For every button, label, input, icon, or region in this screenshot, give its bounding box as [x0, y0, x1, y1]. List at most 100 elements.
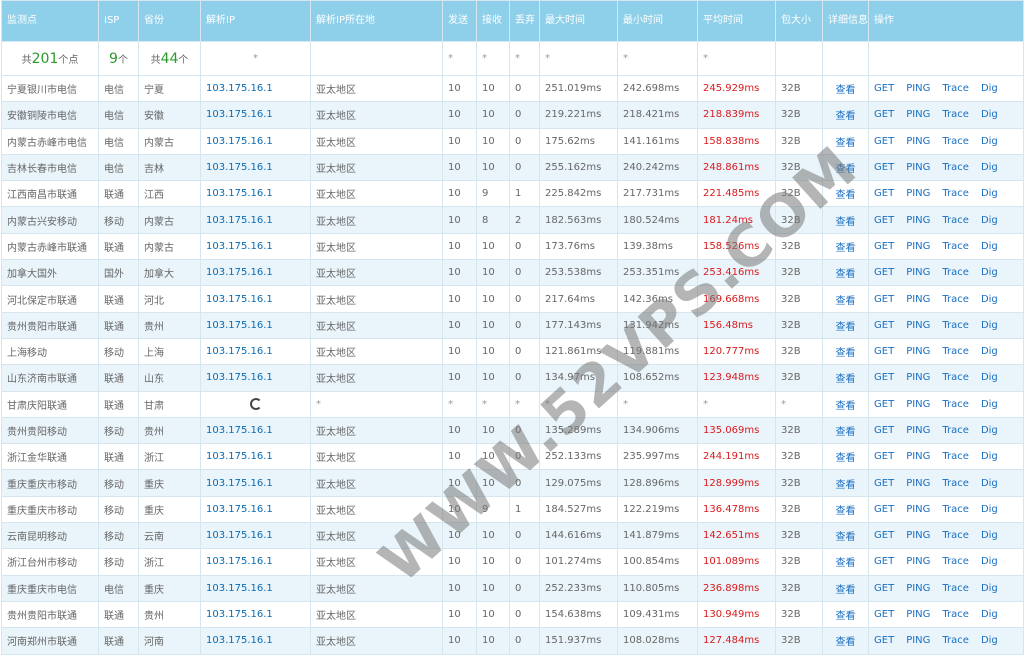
ping-link[interactable]: PING — [906, 215, 930, 226]
view-details-link[interactable]: 查看 — [836, 164, 856, 175]
trace-link[interactable]: Trace — [942, 478, 969, 489]
get-link[interactable]: GET — [874, 267, 894, 278]
get-link[interactable]: GET — [874, 294, 894, 305]
ping-link[interactable]: PING — [906, 188, 930, 199]
dig-link[interactable]: Dig — [981, 425, 998, 436]
get-link[interactable]: GET — [874, 346, 894, 357]
view-details-link[interactable]: 查看 — [836, 532, 856, 543]
view-details-link[interactable]: 查看 — [836, 217, 856, 228]
view-details-link[interactable]: 查看 — [836, 585, 856, 596]
trace-link[interactable]: Trace — [942, 425, 969, 436]
ping-link[interactable]: PING — [906, 346, 930, 357]
ping-link[interactable]: PING — [906, 425, 930, 436]
dig-link[interactable]: Dig — [981, 188, 998, 199]
get-link[interactable]: GET — [874, 372, 894, 383]
trace-link[interactable]: Trace — [942, 530, 969, 541]
ping-link[interactable]: PING — [906, 136, 930, 147]
ping-link[interactable]: PING — [906, 583, 930, 594]
trace-link[interactable]: Trace — [942, 556, 969, 567]
ping-link[interactable]: PING — [906, 451, 930, 462]
ping-link[interactable]: PING — [906, 109, 930, 120]
dig-link[interactable]: Dig — [981, 635, 998, 646]
dig-link[interactable]: Dig — [981, 320, 998, 331]
ping-link[interactable]: PING — [906, 294, 930, 305]
view-details-link[interactable]: 查看 — [836, 453, 856, 464]
dig-link[interactable]: Dig — [981, 478, 998, 489]
dig-link[interactable]: Dig — [981, 530, 998, 541]
dig-link[interactable]: Dig — [981, 109, 998, 120]
get-link[interactable]: GET — [874, 556, 894, 567]
get-link[interactable]: GET — [874, 320, 894, 331]
ping-link[interactable]: PING — [906, 530, 930, 541]
ping-link[interactable]: PING — [906, 320, 930, 331]
ping-link[interactable]: PING — [906, 267, 930, 278]
get-link[interactable]: GET — [874, 162, 894, 173]
get-link[interactable]: GET — [874, 399, 894, 410]
ping-link[interactable]: PING — [906, 162, 930, 173]
trace-link[interactable]: Trace — [942, 504, 969, 515]
get-link[interactable]: GET — [874, 504, 894, 515]
ping-link[interactable]: PING — [906, 372, 930, 383]
view-details-link[interactable]: 查看 — [836, 348, 856, 359]
get-link[interactable]: GET — [874, 215, 894, 226]
ping-link[interactable]: PING — [906, 241, 930, 252]
view-details-link[interactable]: 查看 — [836, 296, 856, 307]
get-link[interactable]: GET — [874, 609, 894, 620]
trace-link[interactable]: Trace — [942, 215, 969, 226]
get-link[interactable]: GET — [874, 635, 894, 646]
trace-link[interactable]: Trace — [942, 372, 969, 383]
get-link[interactable]: GET — [874, 451, 894, 462]
trace-link[interactable]: Trace — [942, 635, 969, 646]
trace-link[interactable]: Trace — [942, 188, 969, 199]
trace-link[interactable]: Trace — [942, 451, 969, 462]
get-link[interactable]: GET — [874, 83, 894, 94]
dig-link[interactable]: Dig — [981, 294, 998, 305]
dig-link[interactable]: Dig — [981, 556, 998, 567]
view-details-link[interactable]: 查看 — [836, 243, 856, 254]
get-link[interactable]: GET — [874, 109, 894, 120]
view-details-link[interactable]: 查看 — [836, 138, 856, 149]
view-details-link[interactable]: 查看 — [836, 85, 856, 96]
ping-link[interactable]: PING — [906, 556, 930, 567]
get-link[interactable]: GET — [874, 136, 894, 147]
trace-link[interactable]: Trace — [942, 294, 969, 305]
dig-link[interactable]: Dig — [981, 451, 998, 462]
trace-link[interactable]: Trace — [942, 241, 969, 252]
dig-link[interactable]: Dig — [981, 162, 998, 173]
trace-link[interactable]: Trace — [942, 267, 969, 278]
trace-link[interactable]: Trace — [942, 136, 969, 147]
trace-link[interactable]: Trace — [942, 162, 969, 173]
ping-link[interactable]: PING — [906, 609, 930, 620]
dig-link[interactable]: Dig — [981, 372, 998, 383]
dig-link[interactable]: Dig — [981, 83, 998, 94]
dig-link[interactable]: Dig — [981, 504, 998, 515]
view-details-link[interactable]: 查看 — [836, 611, 856, 622]
view-details-link[interactable]: 查看 — [836, 111, 856, 122]
trace-link[interactable]: Trace — [942, 320, 969, 331]
trace-link[interactable]: Trace — [942, 399, 969, 410]
view-details-link[interactable]: 查看 — [836, 190, 856, 201]
dig-link[interactable]: Dig — [981, 583, 998, 594]
get-link[interactable]: GET — [874, 583, 894, 594]
get-link[interactable]: GET — [874, 530, 894, 541]
trace-link[interactable]: Trace — [942, 346, 969, 357]
trace-link[interactable]: Trace — [942, 583, 969, 594]
ping-link[interactable]: PING — [906, 504, 930, 515]
dig-link[interactable]: Dig — [981, 267, 998, 278]
get-link[interactable]: GET — [874, 425, 894, 436]
get-link[interactable]: GET — [874, 188, 894, 199]
trace-link[interactable]: Trace — [942, 83, 969, 94]
ping-link[interactable]: PING — [906, 635, 930, 646]
get-link[interactable]: GET — [874, 478, 894, 489]
view-details-link[interactable]: 查看 — [836, 269, 856, 280]
view-details-link[interactable]: 查看 — [836, 558, 856, 569]
trace-link[interactable]: Trace — [942, 109, 969, 120]
view-details-link[interactable]: 查看 — [836, 322, 856, 333]
view-details-link[interactable]: 查看 — [836, 506, 856, 517]
view-details-link[interactable]: 查看 — [836, 374, 856, 385]
trace-link[interactable]: Trace — [942, 609, 969, 620]
dig-link[interactable]: Dig — [981, 609, 998, 620]
dig-link[interactable]: Dig — [981, 241, 998, 252]
dig-link[interactable]: Dig — [981, 136, 998, 147]
ping-link[interactable]: PING — [906, 83, 930, 94]
